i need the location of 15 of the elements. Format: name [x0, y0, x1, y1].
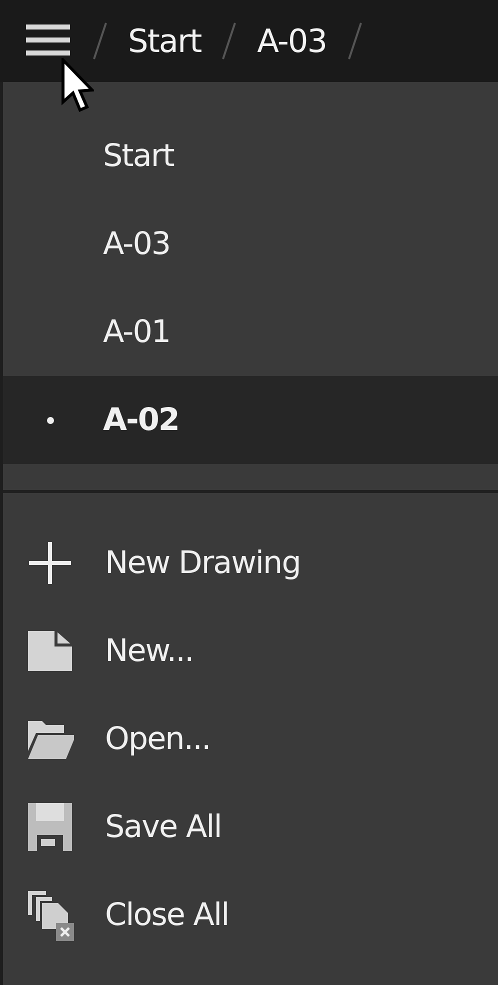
menu-item[interactable]: New Drawing: [3, 519, 498, 607]
drawing-item[interactable]: A-02: [3, 376, 498, 464]
drawing-item[interactable]: Start: [3, 112, 498, 200]
close-all-icon: [26, 889, 74, 941]
bullet-icon: [47, 417, 54, 424]
drawing-item[interactable]: A-01: [3, 288, 498, 376]
separator-icon: [90, 21, 110, 61]
menu-item[interactable]: Close All: [3, 871, 498, 959]
menu-item[interactable]: New...: [3, 607, 498, 695]
menu-item[interactable]: Open...: [3, 695, 498, 783]
breadcrumb-item[interactable]: A-03: [257, 22, 327, 60]
breadcrumb-item[interactable]: Start: [128, 22, 202, 60]
drawing-item[interactable]: A-03: [3, 200, 498, 288]
plus-icon: [26, 539, 74, 587]
menu-item[interactable]: Save All: [3, 783, 498, 871]
